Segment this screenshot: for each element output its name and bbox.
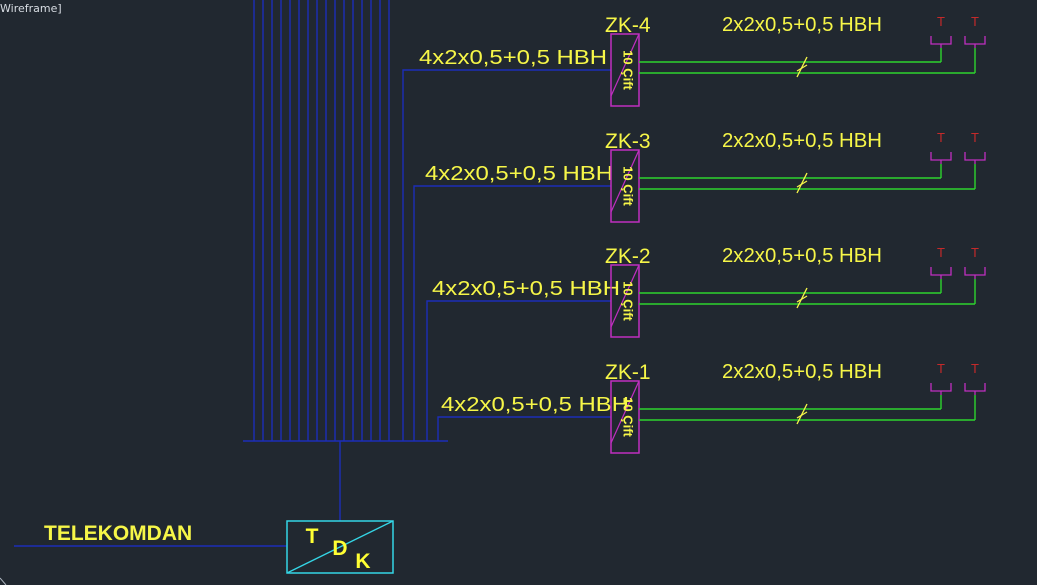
zk3-feeder-cable-label: 4x2x0,5+0,5 HBH	[425, 163, 613, 185]
telecom-riser-diagram: 4x2x0,5+0,5 HBHZK-410 Çift2x2x0,5+0,5 HB…	[0, 0, 986, 585]
zk4-distribution-box-label: 10 Çift	[621, 50, 636, 90]
tdk-letter-d: D	[332, 537, 347, 560]
zk1-cable-tick-1	[796, 403, 808, 425]
viewport-corner-marker	[0, 577, 7, 585]
zk2-socket-1-label: T	[937, 245, 945, 260]
zk1-outlet-cable-label: 2x2x0,5+0,5 HBH	[722, 361, 882, 383]
tdk-letter-t: T	[306, 525, 319, 548]
zk2-socket-2-outlet-symbol	[964, 267, 986, 276]
zk4-socket-2-label: T	[971, 14, 979, 29]
zk1-socket-2-label: T	[971, 361, 979, 376]
zk4-socket-1-label: T	[937, 14, 945, 29]
zk3-socket-2-label: T	[971, 130, 979, 145]
zk4-cable-tick-1	[796, 56, 808, 78]
zk3-distribution-box-label: 10 Çift	[621, 166, 636, 206]
zk4-feeder-line	[402, 69, 611, 441]
zk2-feeder-line	[426, 300, 611, 441]
zk3-socket-2-outlet-symbol	[964, 152, 986, 161]
zk2-cable-tick-1	[796, 287, 808, 309]
zk3-socket-1-label: T	[937, 130, 945, 145]
incoming-telecom-label: TELEKOMDAN	[44, 522, 192, 545]
zk4-outlet-cable-label: 2x2x0,5+0,5 HBH	[722, 14, 882, 36]
zk1-feeder-cable-label: 4x2x0,5+0,5 HBH	[441, 394, 629, 416]
cad-drawing-canvas[interactable]: Wireframe] 4x2x0,5+0,5 HBH ZK-4 10 Çift 2x2…	[0, 0, 1037, 585]
zk2-socket-2-label: T	[971, 245, 979, 260]
tdk-letter-k: K	[355, 550, 370, 573]
zk2-outlet-cable-label: 2x2x0,5+0,5 HBH	[722, 245, 882, 267]
zk4-socket-2-outlet-symbol	[964, 36, 986, 45]
zk2-feeder-cable-label: 4x2x0,5+0,5 HBH	[432, 278, 620, 300]
zk1-distribution-box-label: 10 Çift	[621, 397, 636, 437]
zk1-feeder-line	[437, 416, 611, 441]
zk1-socket-1-outlet-symbol	[930, 383, 952, 392]
zk2-socket-1-outlet-symbol	[930, 267, 952, 276]
zk4-socket-1-outlet-symbol	[930, 36, 952, 45]
zk2-distribution-box-label: 10 Çift	[621, 281, 636, 321]
zk3-outlet-cable-label: 2x2x0,5+0,5 HBH	[722, 130, 882, 152]
zk1-socket-2-outlet-symbol	[964, 383, 986, 392]
zk1-socket-1-label: T	[937, 361, 945, 376]
zk3-cable-tick-1	[796, 172, 808, 194]
zk4-feeder-cable-label: 4x2x0,5+0,5 HBH	[419, 47, 607, 69]
zk3-socket-1-outlet-symbol	[930, 152, 952, 161]
